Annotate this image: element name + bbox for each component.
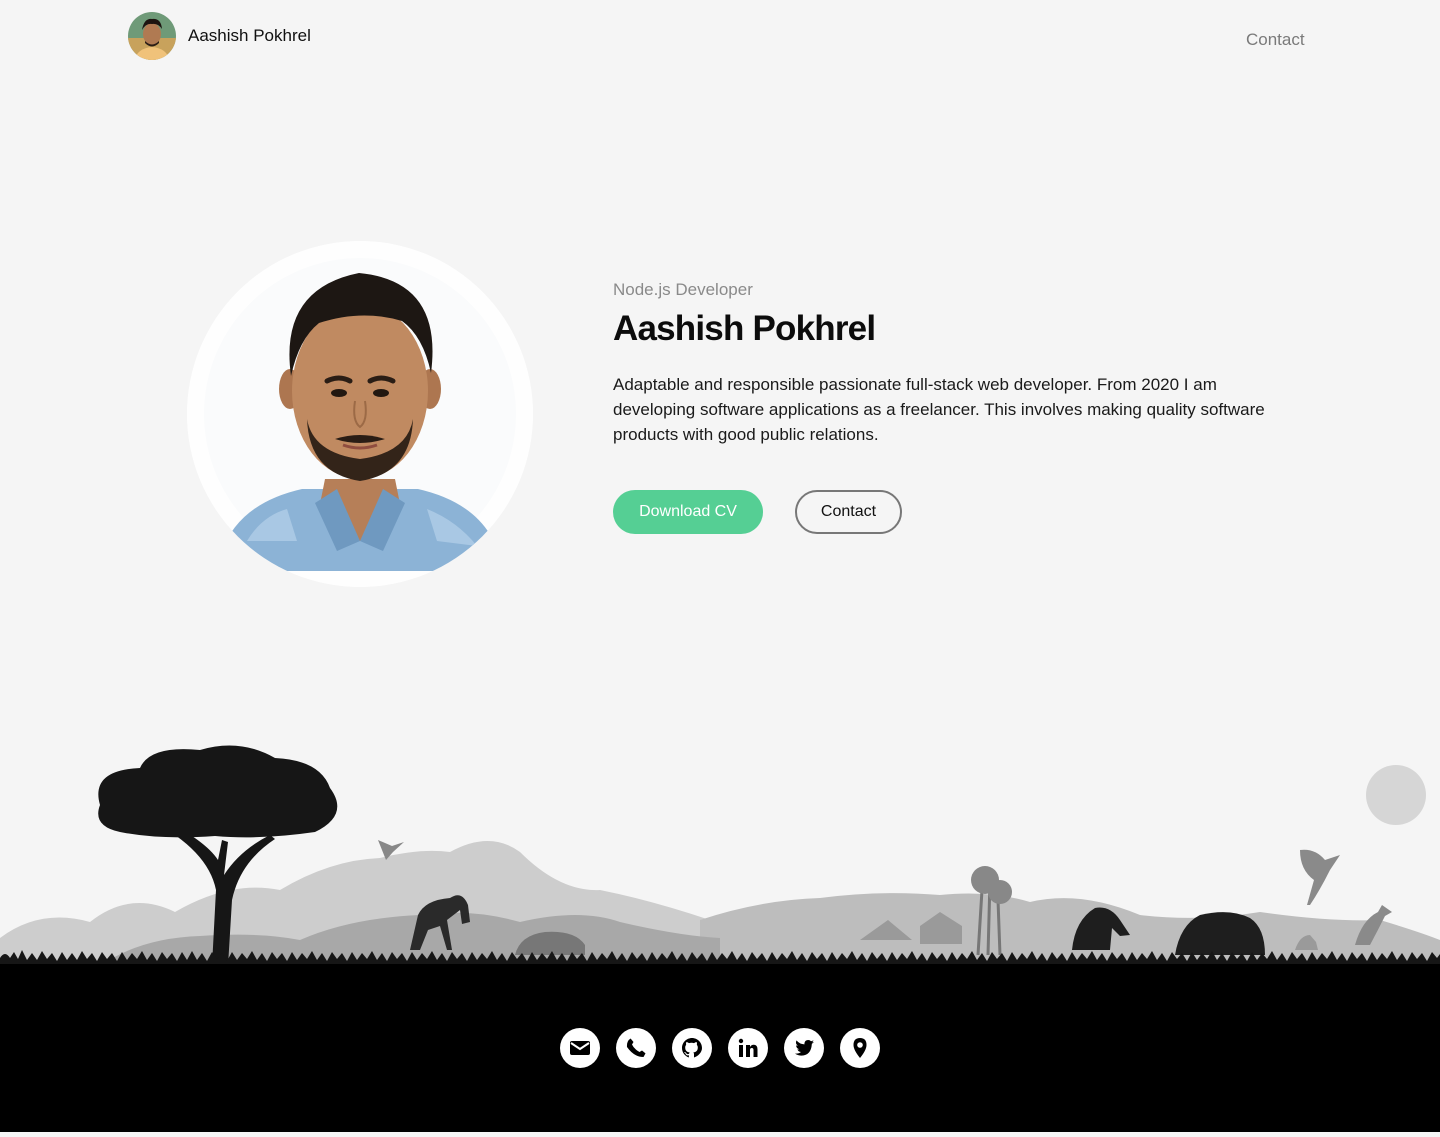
landscape-silhouette	[0, 745, 1440, 966]
download-cv-button[interactable]: Download CV	[613, 490, 763, 534]
top-navbar: Aashish Pokhrel Contact	[0, 0, 1440, 80]
hero-intro: Node.js Developer Aashish Pokhrel Adapta…	[613, 280, 1273, 447]
brand-name: Aashish Pokhrel	[188, 26, 311, 45]
job-title: Node.js Developer	[613, 280, 753, 299]
twitter-icon[interactable]	[784, 1028, 824, 1068]
linkedin-icon[interactable]	[728, 1028, 768, 1068]
footer	[0, 964, 1440, 1132]
brand-avatar	[128, 12, 176, 60]
hero-actions: Download CV Contact	[613, 490, 902, 534]
github-icon[interactable]	[672, 1028, 712, 1068]
profile-photo	[187, 241, 533, 587]
social-links	[560, 1028, 880, 1068]
hero-name: Aashish Pokhrel	[613, 309, 876, 348]
nav-contact-link[interactable]: Contact	[1246, 30, 1305, 50]
mail-icon[interactable]	[560, 1028, 600, 1068]
hero-description: Adaptable and responsible passionate ful…	[613, 375, 1265, 444]
brand[interactable]: Aashish Pokhrel	[128, 12, 311, 60]
scroll-to-top-button[interactable]	[1366, 765, 1426, 825]
location-pin-icon[interactable]	[840, 1028, 880, 1068]
contact-button[interactable]: Contact	[795, 490, 902, 534]
phone-icon[interactable]	[616, 1028, 656, 1068]
